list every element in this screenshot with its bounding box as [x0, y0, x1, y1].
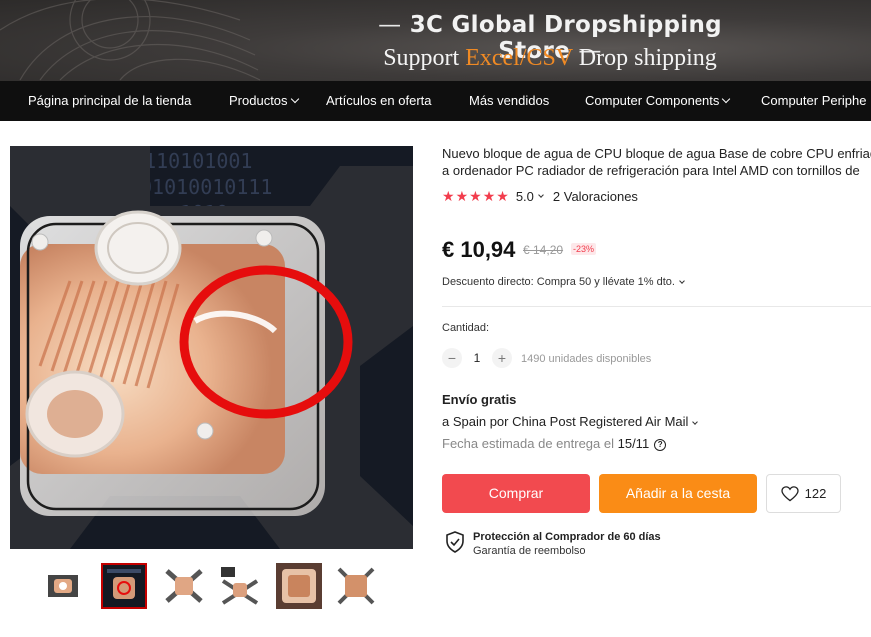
star-icon: ★: [469, 188, 482, 204]
protection-subtitle: Garantía de reembolso: [473, 545, 586, 557]
reviews-link[interactable]: 2 Valoraciones: [553, 189, 638, 204]
quantity-decrease-button[interactable]: −: [442, 348, 462, 368]
buyer-protection: Protección al Comprador de 60 días Garan…: [445, 531, 661, 557]
banner-dash-left: —: [378, 12, 402, 38]
nav-item-computer-peripherals[interactable]: Computer Periphe: [761, 81, 867, 121]
divider: [442, 306, 871, 307]
thumbnail[interactable]: [161, 563, 207, 609]
banner-subtitle-prefix: Support: [383, 45, 466, 71]
wishlist-count: 122: [804, 486, 827, 501]
discount-badge: -23%: [571, 243, 597, 255]
store-nav: Página principal de la tienda Productos …: [0, 81, 871, 121]
star-icon: ★: [482, 188, 496, 204]
shipping-title: Envío gratis: [442, 392, 517, 407]
shield-check-icon: [446, 531, 464, 553]
original-price: € 14,20: [523, 243, 564, 257]
nav-item-label: Más vendidos: [469, 93, 550, 108]
nav-item-label: Computer Components: [585, 93, 720, 108]
chevron-down-icon: [290, 94, 299, 104]
protection-title: Protección al Comprador de 60 días: [473, 531, 661, 543]
quantity-increase-button[interactable]: +: [492, 348, 512, 368]
banner-subtitle: Support Excel/CSV Drop shipping: [340, 45, 760, 72]
nav-item-label: Productos: [229, 93, 288, 108]
shipping-route[interactable]: a Spain por China Post Registered Air Ma…: [442, 414, 699, 429]
banner-subtitle-suffix: Drop shipping: [572, 45, 717, 71]
nav-item-products[interactable]: Productos: [229, 81, 299, 121]
add-to-cart-button[interactable]: Añadir a la cesta: [599, 474, 757, 513]
product-title: Nuevo bloque de agua de CPU bloque de ag…: [442, 146, 871, 179]
thumbnail-active[interactable]: [101, 563, 147, 609]
star-icon: ★: [496, 188, 509, 204]
main-product-image[interactable]: 10110101001 01010010111 1010 0100: [10, 146, 413, 549]
current-price: € 10,94: [442, 237, 516, 262]
chevron-down-icon: [692, 419, 699, 425]
nav-item-label: Computer Periphe: [761, 93, 867, 108]
delivery-estimate-label: Fecha estimada de entrega el: [442, 436, 618, 451]
chevron-down-icon: [722, 94, 731, 104]
units-available: 1490 unidades disponibles: [521, 353, 652, 365]
chevron-down-icon: [679, 278, 685, 284]
buy-now-button[interactable]: Comprar: [442, 474, 590, 513]
wishlist-button[interactable]: 122: [766, 474, 841, 513]
nav-item-label: Página principal de la tienda: [28, 93, 192, 108]
svg-text:01010010111: 01010010111: [140, 175, 272, 199]
star-icon: ★: [455, 188, 469, 204]
thumbnail[interactable]: [40, 563, 86, 609]
quantity-value[interactable]: 1: [470, 351, 484, 365]
thumbnail[interactable]: [333, 563, 379, 609]
nav-item-home[interactable]: Página principal de la tienda: [28, 81, 191, 121]
product-title-line: Nuevo bloque de agua de CPU bloque de ag…: [442, 146, 871, 161]
banner-subtitle-accent: Excel/CSV: [465, 45, 573, 71]
heart-icon: [780, 485, 799, 501]
chevron-down-icon: [538, 191, 544, 198]
product-title-line: a ordenador PC radiador de refrigeración…: [442, 162, 860, 178]
direct-discount[interactable]: Descuento directo: Compra 50 y llévate 1…: [442, 276, 685, 288]
delivery-estimate: Fecha estimada de entrega el 15/11?: [442, 436, 667, 452]
delivery-date: 15/11: [617, 436, 650, 451]
shipping-route-text: a Spain por China Post Registered Air Ma…: [442, 414, 689, 429]
star-icon: ★: [442, 188, 455, 204]
direct-discount-text: Descuento directo: Compra 50 y llévate 1…: [442, 276, 675, 288]
product-rating[interactable]: ★ ★ ★ ★ ★ 5.0 2 Valoraciones: [442, 188, 638, 205]
thumbnail[interactable]: [276, 563, 322, 609]
rating-score: 5.0: [515, 189, 534, 204]
nav-item-computer-components[interactable]: Computer Components: [585, 81, 731, 121]
nav-item-bestsellers[interactable]: Más vendidos: [469, 81, 549, 121]
nav-item-label: Artículos en oferta: [326, 93, 432, 108]
product-photo: 10110101001 01010010111 1010 0100: [10, 146, 413, 549]
store-banner: — 3C Global Dropshipping Store — Support…: [0, 0, 871, 81]
thumbnail[interactable]: [217, 563, 263, 609]
quantity-label: Cantidad:: [442, 322, 490, 334]
nav-item-deals[interactable]: Artículos en oferta: [326, 81, 432, 121]
question-circle-icon[interactable]: ?: [654, 439, 667, 451]
